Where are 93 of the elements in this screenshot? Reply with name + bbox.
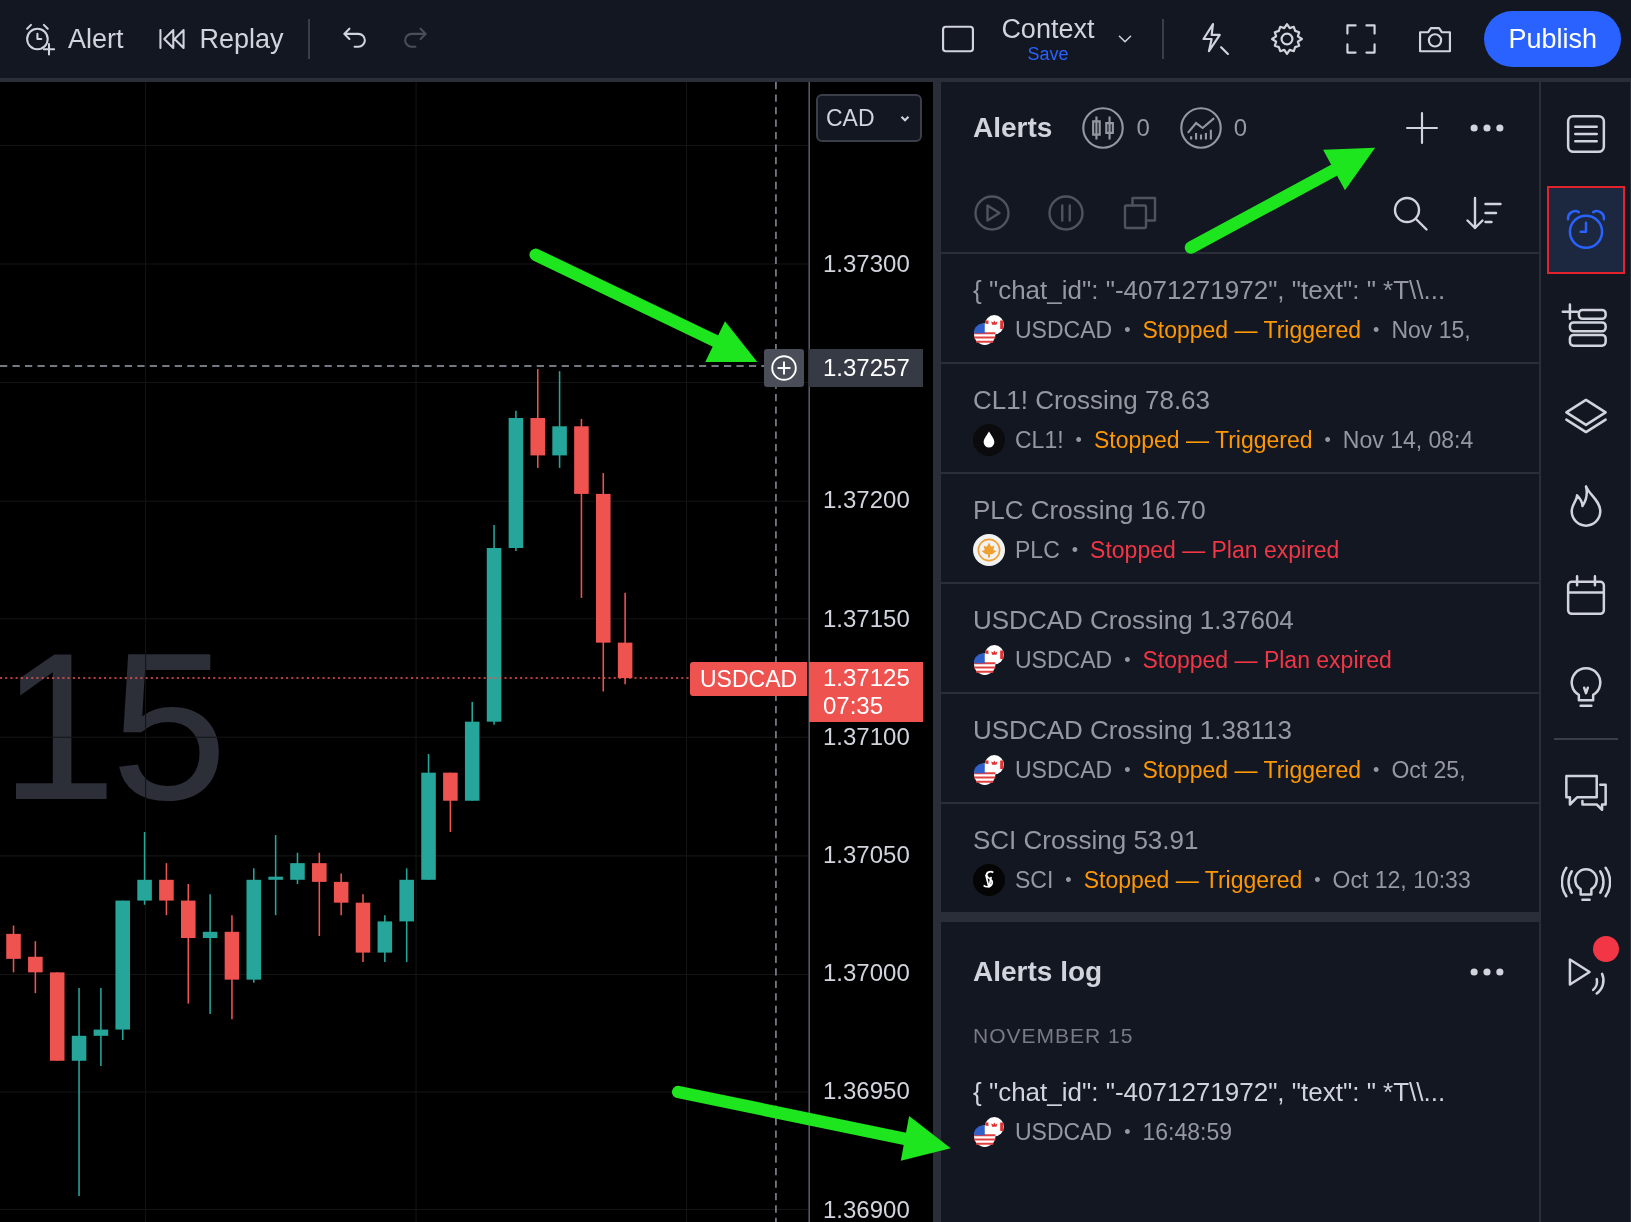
- price-tick: 1.36950: [823, 1077, 910, 1106]
- alert-title: PLC Crossing 16.70: [973, 494, 1207, 526]
- alert-symbol: CL1!: [1015, 426, 1064, 455]
- alert-status: Stopped — Triggered: [1142, 756, 1362, 785]
- last-price: 1.37125: [823, 664, 911, 692]
- layout-button[interactable]: Context Save: [1001, 15, 1095, 63]
- more-icon: [1469, 967, 1505, 977]
- replay-button[interactable]: Replay: [147, 15, 290, 63]
- separator-dot: •: [1071, 539, 1079, 562]
- alert-item[interactable]: USDCAD Crossing 1.38113 USDCAD • Stopped — Triggered • Oct 25,: [941, 694, 1539, 804]
- candles-icon: [1080, 105, 1127, 151]
- panel-title: Alerts: [973, 112, 1053, 144]
- alert-status: Stopped — Plan expired: [1090, 536, 1340, 565]
- flags-icon: [973, 644, 1005, 676]
- candle: [355, 893, 371, 963]
- drop-icon: [973, 424, 1005, 456]
- publish-button[interactable]: Publish: [1484, 11, 1621, 67]
- alert-symbol: USDCAD: [1015, 756, 1113, 785]
- price-tick: 1.37000: [823, 959, 910, 988]
- alert-item[interactable]: USDCAD Crossing 1.37604 USDCAD • Stopped — Plan expired: [941, 584, 1539, 694]
- log-symbol: USDCAD: [1015, 1118, 1113, 1147]
- alert-item[interactable]: SCI Crossing 53.91 SCI • Stopped — Triggered • Oct 12, 10:33: [941, 804, 1539, 914]
- alert-symbol: USDCAD: [1015, 646, 1113, 675]
- log-entry[interactable]: { "chat_id": "-4071271972", "text": " *T\\... USDCAD • 16:48:59: [941, 1048, 1539, 1158]
- alert-time: Oct 12, 10:33: [1332, 866, 1471, 895]
- price-tick: 1.37100: [823, 722, 910, 751]
- flags-icon: [973, 314, 1005, 346]
- alert-title: USDCAD Crossing 1.38113: [973, 714, 1293, 746]
- alert-item[interactable]: CL1! Crossing 78.63 CL1! • Stopped — Triggered • Nov 14, 08:4: [941, 364, 1539, 474]
- alert-title: SCI Crossing 53.91: [973, 824, 1200, 856]
- candle: [290, 851, 305, 885]
- plus-circle-icon: [769, 353, 799, 383]
- price-tick: 1.37300: [823, 250, 910, 278]
- price-tick: 1.37050: [823, 841, 910, 869]
- separator-dot: •: [1373, 319, 1380, 342]
- symbol-label: USDCAD: [690, 662, 808, 696]
- maple-leaf-icon: [973, 534, 1005, 566]
- panel-title: Alerts log: [973, 956, 1103, 988]
- more-button[interactable]: [1469, 123, 1505, 133]
- currency-dropdown[interactable]: CAD: [816, 94, 922, 142]
- log-time: 16:48:59: [1142, 1118, 1232, 1147]
- pause-icon: [1045, 192, 1087, 234]
- separator-dot: •: [1075, 429, 1082, 452]
- separator-dot: •: [1124, 649, 1131, 672]
- alert-symbol: SCI: [1015, 866, 1054, 895]
- alert-item[interactable]: PLC Crossing 16.70 PLC • Stopped — Plan expired: [941, 474, 1539, 584]
- log-title: { "chat_id": "-4071271972", "text": " *T\\...: [973, 1076, 1447, 1108]
- alert-status: Stopped — Triggered: [1083, 866, 1303, 895]
- bar-countdown: 07:35: [823, 692, 885, 720]
- alert-time: Oct 25,: [1391, 756, 1466, 785]
- alert-symbol: PLC: [1015, 536, 1060, 565]
- alert-title: USDCAD Crossing 1.37604: [973, 604, 1295, 636]
- alert-status: Stopped — Plan expired: [1142, 646, 1392, 675]
- candle: [159, 862, 174, 916]
- flags-icon: [973, 754, 1005, 786]
- candle: [443, 771, 458, 833]
- alert-title: { "chat_id": "-4071271972", "text": " *T\\...: [973, 274, 1447, 306]
- candle: [6, 924, 21, 974]
- alerts-button[interactable]: [1546, 186, 1625, 274]
- candle: [28, 940, 43, 994]
- price-alerts-counter[interactable]: 0: [1080, 105, 1150, 151]
- alert-status: Stopped — Triggered: [1142, 316, 1362, 345]
- alert-time: Nov 15,: [1391, 316, 1471, 345]
- separator-dot: •: [1124, 319, 1131, 342]
- more-button[interactable]: [1469, 967, 1505, 977]
- log-date-heading: NOVEMBER 15: [972, 1023, 1135, 1048]
- candle: [377, 914, 393, 963]
- separator-dot: •: [1124, 759, 1131, 782]
- alert-time: Nov 14, 08:4: [1342, 426, 1474, 455]
- plus-icon: [1403, 109, 1441, 147]
- separator-dot: •: [1124, 1121, 1131, 1144]
- interval-watermark: 15: [0, 622, 222, 832]
- flags-icon: [973, 1116, 1005, 1148]
- monogram-icon: [973, 864, 1005, 896]
- separator-dot: •: [1065, 869, 1072, 892]
- separator-dot: •: [1324, 429, 1331, 452]
- alert-button[interactable]: Alert: [16, 15, 130, 63]
- alert-item[interactable]: { "chat_id": "-4071271972", "text": " *T\\... USDCAD • Stopped — Triggered • Nov 15,: [941, 254, 1539, 364]
- alert-symbol: USDCAD: [1015, 316, 1113, 345]
- more-icon: [1469, 123, 1505, 133]
- separator-dot: •: [1314, 869, 1321, 892]
- crosshair-price-label: 1.37257: [809, 349, 923, 387]
- add-alert-button[interactable]: [764, 349, 804, 387]
- price-tick: 1.37200: [823, 486, 910, 515]
- candle: [333, 872, 349, 916]
- alert-title: CL1! Crossing 78.63: [973, 384, 1212, 416]
- create-alert-button[interactable]: [1403, 109, 1441, 147]
- alert-status: Stopped — Triggered: [1093, 426, 1313, 455]
- play-icon: [971, 192, 1013, 234]
- price-tick: 1.36900: [823, 1195, 910, 1222]
- price-tick: 1.37150: [823, 604, 910, 633]
- separator-dot: •: [1373, 759, 1380, 782]
- indicator-alerts-counter[interactable]: 0: [1177, 105, 1248, 151]
